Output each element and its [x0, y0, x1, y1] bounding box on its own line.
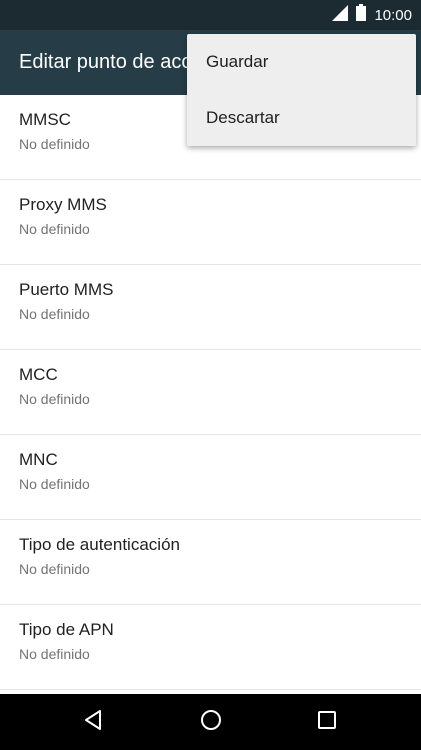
setting-label: Tipo de autenticación	[19, 535, 180, 554]
setting-value: No definido	[19, 136, 90, 152]
setting-label: MNC	[19, 450, 58, 469]
menu-item-guardar[interactable]: Guardar	[187, 34, 416, 90]
setting-row-tipo-autenticacion[interactable]: Tipo de autenticación No definido	[0, 520, 421, 605]
setting-row-mnc[interactable]: MNC No definido	[0, 435, 421, 520]
setting-value: No definido	[19, 476, 90, 492]
signal-icon	[332, 4, 349, 26]
home-icon	[200, 709, 222, 736]
overflow-menu: Guardar Descartar	[187, 34, 416, 146]
back-icon	[84, 709, 104, 735]
setting-value: No definido	[19, 561, 90, 577]
battery-icon	[356, 4, 367, 26]
settings-list: MMSC No definido Proxy MMS No definido P…	[0, 95, 421, 690]
setting-label: MCC	[19, 365, 58, 384]
home-button[interactable]	[181, 694, 241, 750]
setting-row-puerto-mms[interactable]: Puerto MMS No definido	[0, 265, 421, 350]
setting-row-tipo-apn[interactable]: Tipo de APN No definido	[0, 605, 421, 690]
setting-value: No definido	[19, 646, 90, 662]
setting-row-mcc[interactable]: MCC No definido	[0, 350, 421, 435]
setting-value: No definido	[19, 306, 90, 322]
setting-label: Puerto MMS	[19, 280, 114, 299]
setting-label: MMSC	[19, 110, 71, 129]
status-time: 10:00	[374, 6, 412, 24]
status-icons: 10:00	[332, 0, 412, 30]
recents-icon	[317, 710, 337, 735]
setting-value: No definido	[19, 221, 90, 237]
setting-row-proxy-mms[interactable]: Proxy MMS No definido	[0, 180, 421, 265]
status-bar: 10:00	[0, 0, 421, 30]
setting-value: No definido	[19, 391, 90, 407]
setting-label: Proxy MMS	[19, 195, 107, 214]
back-button[interactable]	[64, 694, 124, 750]
setting-label: Tipo de APN	[19, 620, 114, 639]
navigation-bar	[0, 694, 421, 750]
menu-item-descartar[interactable]: Descartar	[187, 90, 416, 146]
recents-button[interactable]	[297, 694, 357, 750]
